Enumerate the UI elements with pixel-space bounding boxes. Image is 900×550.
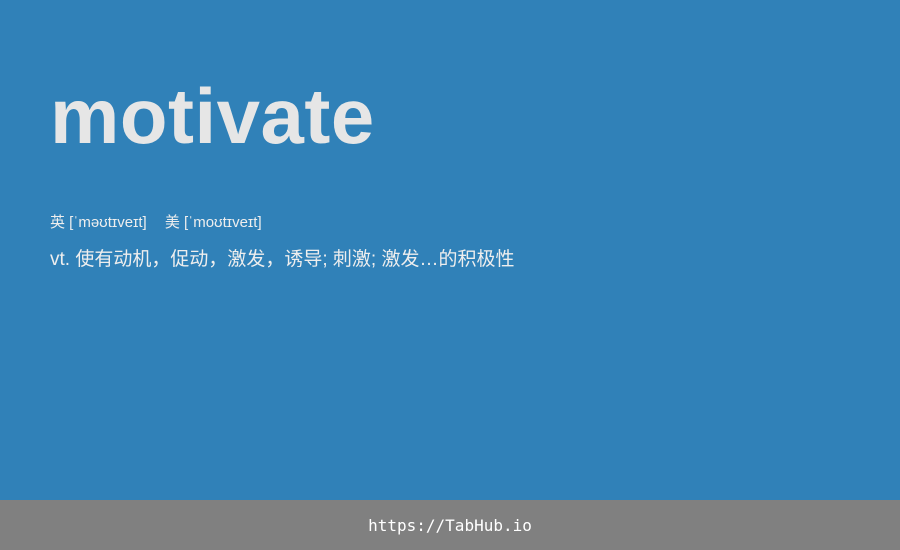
footer-link[interactable]: https://TabHub.io [368, 516, 532, 535]
footer-bar: https://TabHub.io [0, 500, 900, 550]
phonetic-us: 美 [ˈmoʊtɪveɪt] [164, 214, 262, 231]
phonetics: 英 [ˈməʊtɪveɪt] 美 [ˈmoʊtɪveɪt] [50, 212, 262, 234]
word-heading: motivate [50, 72, 375, 160]
phonetic-uk: 英 [ˈməʊtɪveɪt] [50, 214, 147, 231]
definition-text: vt. 使有动机，促动，激发，诱导; 刺激; 激发…的积极性 [50, 249, 515, 270]
